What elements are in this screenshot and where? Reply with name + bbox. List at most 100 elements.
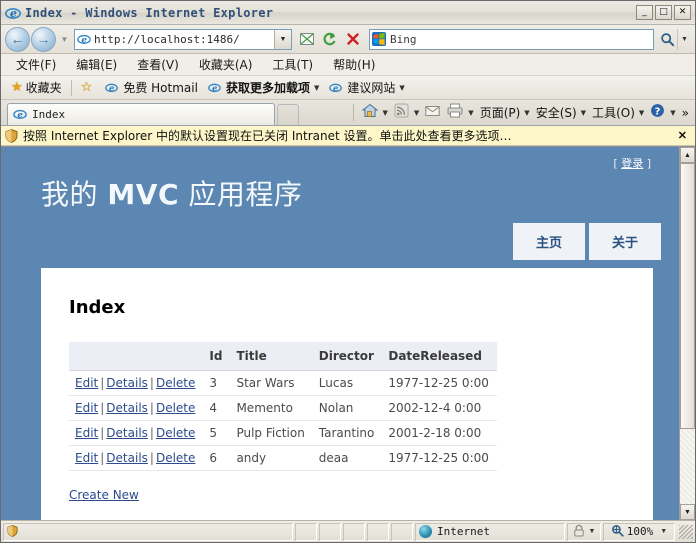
favorite-get-more-addons[interactable]: e 获取更多加载项 ▼ (203, 79, 324, 96)
security-zone-cell[interactable]: Internet (415, 522, 565, 541)
action-separator-2: | (149, 401, 154, 415)
search-options-chevron-down-icon[interactable]: ▼ (677, 28, 691, 50)
favorite-hotmail-label: 免费 Hotmail (123, 81, 198, 95)
search-input[interactable]: Bing (390, 33, 417, 46)
add-to-favorites-bar-button[interactable]: ☆ (76, 80, 101, 95)
search-box[interactable]: Bing (369, 28, 654, 50)
edit-link[interactable]: Edit (75, 426, 98, 440)
address-bar[interactable]: e http://localhost:1486/ ▼ (74, 28, 292, 50)
delete-link[interactable]: Delete (156, 401, 195, 415)
scroll-down-button[interactable]: ▼ (680, 504, 695, 520)
edit-link[interactable]: Edit (75, 376, 98, 390)
cell-id: 5 (203, 420, 231, 446)
overflow-chevron-icon[interactable]: » (679, 106, 692, 120)
favorite-suggested-sites-label: 建议网站 (347, 81, 396, 95)
search-submit-icon[interactable] (657, 29, 677, 50)
delete-link[interactable]: Delete (156, 376, 195, 390)
status-pane-5 (391, 522, 413, 541)
details-link[interactable]: Details (106, 426, 148, 440)
favorite-get-more-addons-label: 获取更多加载项 (225, 81, 310, 95)
favorite-hotmail[interactable]: e 免费 Hotmail (100, 79, 203, 96)
details-link[interactable]: Details (106, 401, 148, 415)
edit-link[interactable]: Edit (75, 451, 98, 465)
chevron-down-icon-help[interactable]: ▼ (670, 109, 675, 117)
browser-tab-index[interactable]: e Index (7, 103, 275, 125)
print-button[interactable]: ▼ (444, 103, 476, 122)
chevron-down-icon-lock[interactable]: ▼ (589, 528, 596, 535)
browser-viewport: [ 登录 ] 我的 MVC 应用程序 主页 关于 Index Id Title … (1, 146, 695, 520)
login-link[interactable]: 登录 (621, 157, 643, 170)
address-input[interactable]: http://localhost:1486/ (94, 33, 274, 46)
feeds-button[interactable]: ▼ (391, 103, 422, 122)
table-header-row: Id Title Director DateReleased (69, 342, 497, 371)
refresh-button[interactable] (319, 29, 340, 50)
nav-tab-home[interactable]: 主页 (512, 223, 585, 260)
nav-tab-about[interactable]: 关于 (588, 223, 661, 260)
status-pane-2 (319, 522, 341, 541)
ie-logo-icon: e (5, 5, 21, 21)
svg-text:e: e (109, 82, 114, 92)
forward-button[interactable]: → (31, 26, 56, 52)
address-dropdown-chevron-down-icon[interactable]: ▼ (274, 29, 291, 49)
chevron-down-icon-page[interactable]: ▼ (524, 109, 529, 117)
bing-provider-icon (372, 32, 386, 46)
chevron-down-icon-2[interactable]: ▼ (399, 84, 404, 92)
information-bar[interactable]: 按照 Internet Explorer 中的默认设置现在已关闭 Intrane… (1, 126, 695, 146)
action-separator-2: | (149, 426, 154, 440)
scroll-up-button[interactable]: ▲ (680, 147, 695, 163)
chevron-down-icon-safety[interactable]: ▼ (581, 109, 586, 117)
table-body: Edit | Details | Delete 3 Star Wars Lucas 19… (69, 370, 497, 471)
recent-pages-chevron-down-icon[interactable]: ▼ (58, 35, 71, 44)
chevron-down-icon[interactable]: ▼ (314, 84, 319, 92)
create-new-link[interactable]: Create New (69, 488, 139, 502)
menu-file[interactable]: 文件(F) (7, 54, 65, 75)
menu-view[interactable]: 查看(V) (128, 54, 188, 75)
menu-tools[interactable]: 工具(T) (263, 54, 322, 75)
help-button[interactable]: ? ▼ (647, 103, 678, 122)
cell-title: Memento (230, 395, 313, 421)
page-menu[interactable]: 页面(P) ▼ (477, 104, 533, 121)
edit-link[interactable]: Edit (75, 401, 98, 415)
back-button[interactable]: ← (5, 26, 30, 52)
ie-favicon-icon-2: e (208, 81, 222, 95)
resize-grip[interactable] (679, 524, 693, 539)
status-pane-3 (343, 522, 365, 541)
vertical-scrollbar[interactable]: ▲ ▼ (679, 147, 695, 520)
minimize-button[interactable]: _ (636, 5, 653, 20)
tools-menu[interactable]: 工具(O) ▼ (589, 104, 647, 121)
scrollbar-thumb[interactable] (680, 163, 695, 429)
chevron-down-icon-print[interactable]: ▼ (468, 109, 473, 117)
close-icon[interactable]: ✕ (674, 129, 691, 142)
menu-help[interactable]: 帮助(H) (324, 54, 384, 75)
details-link[interactable]: Details (106, 376, 148, 390)
cell-title: Pulp Fiction (230, 420, 313, 446)
shield-icon (5, 128, 18, 143)
chevron-down-icon-rss[interactable]: ▼ (414, 109, 419, 117)
scrollbar-track[interactable] (680, 163, 695, 504)
maximize-button[interactable]: □ (655, 5, 672, 20)
zoom-icon (611, 524, 624, 540)
safety-menu[interactable]: 安全(S) ▼ (533, 104, 589, 121)
home-button[interactable]: ▼ (359, 103, 391, 122)
protected-mode-cell[interactable]: ▼ (567, 522, 601, 541)
stop-button[interactable] (342, 29, 363, 50)
delete-link[interactable]: Delete (156, 426, 195, 440)
window-buttons: _ □ ✕ (636, 5, 693, 20)
menu-favorites[interactable]: 收藏夹(A) (190, 54, 262, 75)
cell-title: Star Wars (230, 370, 313, 396)
menu-edit[interactable]: 编辑(E) (67, 54, 126, 75)
zoom-level-cell[interactable]: 100% ▼ (603, 522, 675, 541)
details-link[interactable]: Details (106, 451, 148, 465)
favorite-suggested-sites[interactable]: e 建议网站 ▼ (324, 79, 409, 96)
read-mail-button[interactable] (422, 105, 444, 121)
chevron-down-icon-zoom[interactable]: ▼ (660, 528, 667, 535)
delete-link[interactable]: Delete (156, 451, 195, 465)
chevron-down-icon-home[interactable]: ▼ (383, 109, 388, 117)
chevron-down-icon-tools[interactable]: ▼ (639, 109, 644, 117)
compatibility-view-button[interactable] (296, 29, 317, 50)
window-title: Index - Windows Internet Explorer (25, 5, 274, 20)
favorites-button[interactable]: ★ 收藏夹 (6, 79, 67, 96)
row-actions: Edit | Details | Delete (69, 370, 204, 396)
new-tab-button[interactable] (277, 104, 299, 125)
close-button[interactable]: ✕ (674, 5, 691, 20)
